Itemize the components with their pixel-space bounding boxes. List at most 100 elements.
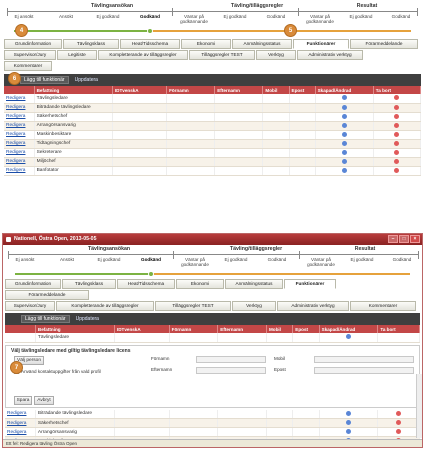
tab-ekonomi[interactable]: Ekonomi bbox=[181, 39, 231, 49]
col-epost[interactable]: Epost bbox=[292, 325, 320, 333]
info-icon[interactable] bbox=[346, 410, 351, 416]
mobile-field[interactable] bbox=[314, 355, 414, 363]
info-icon[interactable] bbox=[346, 420, 351, 426]
tab-grundinformation[interactable]: Grundinformation bbox=[5, 279, 61, 289]
delete-icon[interactable] bbox=[396, 410, 402, 416]
info-icon[interactable] bbox=[341, 104, 347, 110]
delete-icon[interactable] bbox=[394, 95, 400, 101]
tab-legitiste[interactable]: Legitiste bbox=[57, 50, 97, 60]
tab-tillaggsregler-test[interactable]: Tilläggsregler TEST bbox=[155, 301, 231, 311]
tab-kommentarer[interactable]: Kommentarer bbox=[350, 301, 416, 311]
add-functionary-dropdown[interactable]: Lägg till funktionär bbox=[20, 76, 69, 84]
edit-link[interactable]: Redigera bbox=[4, 139, 35, 149]
info-icon[interactable] bbox=[346, 429, 351, 435]
firstname-label: Förnamn bbox=[151, 355, 170, 361]
delete-icon[interactable] bbox=[394, 131, 400, 137]
info-icon[interactable] bbox=[341, 149, 347, 155]
tab-ekonomi[interactable]: Ekonomi bbox=[176, 279, 224, 289]
edit-link[interactable]: Redigera bbox=[4, 94, 35, 104]
edit-link[interactable]: Redigera bbox=[4, 121, 35, 131]
col-id[interactable]: IDTvenskA bbox=[114, 325, 170, 333]
edit-link[interactable]: Redigera bbox=[4, 157, 35, 167]
save-button[interactable]: Spara bbox=[14, 395, 32, 405]
edit-link[interactable]: Redigera bbox=[4, 148, 35, 158]
delete-icon[interactable] bbox=[396, 447, 401, 448]
info-icon[interactable] bbox=[341, 140, 347, 146]
tab-kompletterande[interactable]: Kompletterande av tilläggsregler bbox=[56, 301, 154, 311]
col-mobil[interactable]: Mobil bbox=[266, 325, 294, 333]
col-skapad[interactable]: Skapad/Ändrad bbox=[315, 86, 374, 94]
col-id[interactable]: IDTvenskA bbox=[112, 86, 168, 94]
delete-icon[interactable] bbox=[394, 149, 400, 155]
col-skapad[interactable]: Skapad/Ändrad bbox=[319, 325, 379, 333]
refresh-button[interactable]: Uppdatera bbox=[75, 77, 98, 83]
delete-icon[interactable] bbox=[394, 104, 400, 110]
edit-link[interactable]: Redigera bbox=[4, 130, 35, 140]
edit-link[interactable]: Redigera bbox=[5, 427, 36, 437]
info-icon[interactable] bbox=[341, 167, 347, 173]
info-icon[interactable] bbox=[341, 131, 347, 137]
info-icon[interactable] bbox=[346, 447, 351, 448]
tab-supervisor[interactable]: Supervisor/Jury bbox=[4, 50, 56, 60]
tab-admin-verktyg[interactable]: Administrativ verktyg bbox=[297, 50, 363, 60]
tab-tavlingsklass[interactable]: Tävlingsklass bbox=[62, 279, 116, 289]
col-efternamn[interactable]: Efternamn bbox=[217, 325, 267, 333]
tab-grundinformation[interactable]: Grundinformation bbox=[4, 39, 62, 49]
functionary-table-header: Befattning IDTvenskA Förnamn Efternamn M… bbox=[5, 325, 420, 343]
minimize-icon[interactable]: – bbox=[388, 235, 398, 243]
tab-admin-verktyg[interactable]: Administrativ verktyg bbox=[277, 301, 349, 311]
refresh-button[interactable]: Uppdatera bbox=[76, 316, 99, 322]
col-fornamn[interactable]: Förnamn bbox=[169, 325, 219, 333]
col-efternamn[interactable]: Efternamn bbox=[214, 86, 264, 94]
delete-icon[interactable] bbox=[396, 420, 402, 426]
tab-kompletterande[interactable]: Kompletterande av tilläggsregler bbox=[98, 50, 188, 60]
edit-link[interactable]: Redigera bbox=[4, 166, 35, 176]
col-befattning[interactable]: Befattning bbox=[35, 325, 115, 333]
tab-anmalningsstatus[interactable]: Anmälningsstatus bbox=[225, 279, 283, 289]
firstname-field[interactable] bbox=[196, 355, 266, 363]
edit-link[interactable]: Redigera bbox=[5, 418, 36, 428]
tab-anmalningsstatus[interactable]: Anmälningsstatus bbox=[232, 39, 292, 49]
cancel-button[interactable]: Avbryt bbox=[34, 395, 54, 405]
tab-funktionarer[interactable]: Funktionärer bbox=[293, 39, 349, 49]
email-field[interactable] bbox=[314, 366, 414, 374]
tab-tavlingsklass[interactable]: Tävlingsklass bbox=[63, 39, 119, 49]
tab-forarmeddelande[interactable]: Förarmeddelande bbox=[350, 39, 418, 49]
info-icon[interactable] bbox=[346, 334, 351, 340]
col-befattning[interactable]: Befattning bbox=[34, 86, 113, 94]
tab-tillaggsregler-test[interactable]: Tilläggsregler TEST bbox=[189, 50, 255, 60]
info-icon[interactable] bbox=[341, 95, 347, 101]
info-icon[interactable] bbox=[341, 158, 347, 164]
info-icon[interactable] bbox=[341, 122, 347, 128]
delete-icon[interactable] bbox=[394, 113, 400, 119]
edit-link[interactable]: Redigera bbox=[5, 409, 36, 419]
col-fornamn[interactable]: Förnamn bbox=[166, 86, 216, 94]
tab-row-2: Supervisor/Jury Legitiste Kompletterande… bbox=[2, 50, 423, 60]
add-functionary-dropdown[interactable]: Lägg till funktionär bbox=[21, 315, 70, 323]
info-icon[interactable] bbox=[341, 113, 347, 119]
tab-forarmeddelande[interactable]: Förarmeddelande bbox=[5, 290, 89, 300]
tab-heat[interactable]: Heat/Tidsschema bbox=[117, 279, 175, 289]
table-cell bbox=[289, 148, 316, 158]
tab-kommentarer[interactable]: Kommentarer bbox=[4, 61, 52, 71]
tab-heat[interactable]: Heat/Tidsschema bbox=[120, 39, 180, 49]
delete-icon[interactable] bbox=[394, 122, 400, 128]
edit-link[interactable]: Redigera bbox=[4, 112, 35, 122]
col-epost[interactable]: Epost bbox=[289, 86, 316, 94]
maximize-icon[interactable]: □ bbox=[399, 235, 409, 243]
step-vantar-2: Väntar på godkännande bbox=[307, 257, 335, 267]
delete-icon[interactable] bbox=[394, 140, 400, 146]
tab-verktyg[interactable]: Verktyg bbox=[232, 301, 276, 311]
close-icon[interactable]: × bbox=[410, 235, 420, 243]
tab-supervisor[interactable]: Supervisor/Jury bbox=[5, 301, 55, 311]
lastname-field[interactable] bbox=[196, 366, 266, 374]
tab-funktionarer[interactable]: Funktionärer bbox=[284, 279, 336, 289]
col-mobil[interactable]: Mobil bbox=[262, 86, 290, 94]
delete-icon[interactable] bbox=[394, 167, 400, 173]
delete-icon[interactable] bbox=[394, 158, 400, 164]
tab-verktyg[interactable]: Verktyg bbox=[256, 50, 296, 60]
scrollbar[interactable] bbox=[416, 374, 422, 438]
delete-icon[interactable] bbox=[396, 429, 402, 435]
table-body: Redigera Tävlingsledare Redigera Biträdande… bbox=[4, 94, 422, 176]
edit-link[interactable]: Redigera bbox=[4, 103, 35, 113]
